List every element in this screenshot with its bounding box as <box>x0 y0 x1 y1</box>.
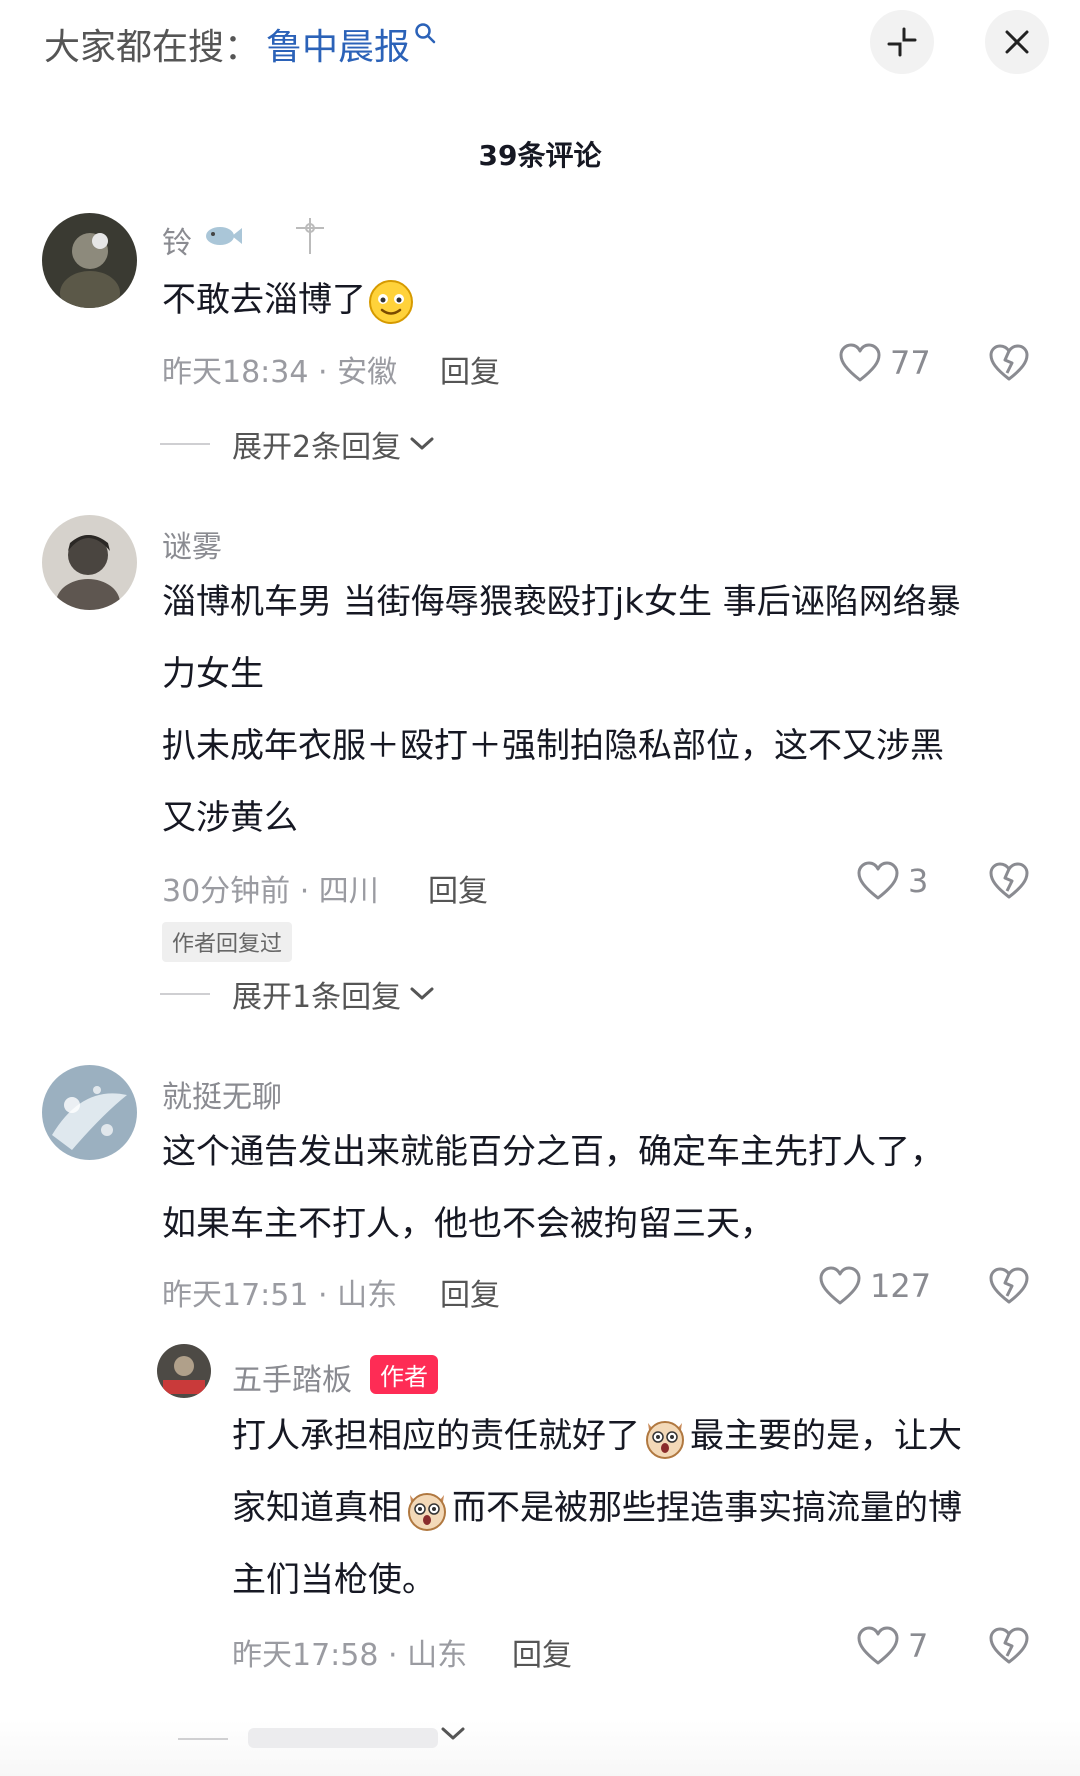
cross-icon <box>296 218 324 254</box>
dislike-heart-icon[interactable] <box>988 1626 1030 1666</box>
like-button[interactable]: 77 <box>838 342 931 384</box>
comment-text-content: 最主要的是，让大 <box>690 1416 962 1456</box>
divider-line <box>178 1738 228 1740</box>
comment-text: 这个通告发出来就能百分之百，确定车主先打人了， 如果车主不打人，他也不会被拘留三… <box>162 1116 1042 1260</box>
blurred-expand-label <box>248 1728 438 1748</box>
comment-line: 打人承担相应的责任就好了 最主要的是，让大 <box>232 1400 1042 1472</box>
chevron-down-icon <box>410 437 434 450</box>
divider-line <box>160 993 210 995</box>
dog-emoji <box>646 1420 684 1459</box>
heart-icon <box>857 1626 899 1665</box>
reply-button[interactable]: 回复 <box>512 1630 572 1674</box>
close-icon <box>1005 30 1029 54</box>
dislike-heart-icon[interactable] <box>988 1266 1030 1306</box>
smile-emoji <box>369 279 413 324</box>
comment-line: 淄博机车男 当街侮辱猥亵殴打jk女生 事后诬陷网络暴 <box>162 582 961 622</box>
chevron-down-icon[interactable] <box>440 1726 466 1742</box>
search-icon[interactable] <box>414 22 436 44</box>
comment-text-content: 打人承担相应的责任就好了 <box>232 1416 640 1456</box>
author-replied-tag: 作者回复过 <box>162 922 293 962</box>
username[interactable]: 铃 <box>162 218 192 262</box>
reply-button[interactable]: 回复 <box>440 347 500 391</box>
comment-line: 家知道真相 而不是被那些捏造事实搞流量的博 <box>232 1472 1042 1544</box>
comment-line: 如果车主不打人，他也不会被拘留三天， <box>162 1204 774 1244</box>
divider-line <box>160 443 210 445</box>
like-count: 3 <box>908 862 929 900</box>
chevron-down-icon <box>410 987 434 1000</box>
expand-replies-label: 展开1条回复 <box>232 980 402 1015</box>
expand-replies-button[interactable]: 展开2条回复 <box>160 422 435 466</box>
top-bar: 大家都在搜： 鲁中晨报 <box>0 0 1080 90</box>
comment-line: 力女生 <box>162 654 264 694</box>
like-count: 77 <box>890 344 931 382</box>
like-button[interactable]: 127 <box>818 1265 931 1307</box>
shrink-icon <box>887 27 917 57</box>
comment-line: 主们当枪使。 <box>232 1560 436 1600</box>
expand-replies-button[interactable]: 展开1条回复 <box>160 972 435 1016</box>
author-badge: 作者 <box>370 1355 438 1394</box>
like-button[interactable]: 7 <box>856 1625 928 1667</box>
expand-replies-label: 展开2条回复 <box>232 430 402 465</box>
dislike-heart-icon[interactable] <box>988 343 1030 383</box>
heart-icon <box>819 1266 861 1305</box>
comment-meta: 昨天17:51 · 山东 <box>162 1278 398 1313</box>
reply-button[interactable]: 回复 <box>428 866 488 910</box>
comment-line: 这个通告发出来就能百分之百，确定车主先打人了， <box>162 1132 944 1172</box>
comment-text-content: 不敢去淄博了 <box>162 280 366 320</box>
like-button[interactable]: 3 <box>856 860 928 902</box>
search-prefix: 大家都在搜： <box>44 27 261 68</box>
bottom-fade <box>0 1720 1080 1776</box>
comment-text: 不敢去淄博了 <box>162 264 416 336</box>
close-button[interactable] <box>985 10 1049 74</box>
avatar[interactable] <box>42 515 137 610</box>
username[interactable]: 五手踏板 <box>232 1355 352 1399</box>
shrink-button[interactable] <box>870 10 934 74</box>
avatar[interactable] <box>42 213 137 308</box>
avatar[interactable] <box>42 1065 137 1160</box>
like-count: 7 <box>908 1627 929 1665</box>
username[interactable]: 就挺无聊 <box>162 1072 282 1116</box>
comment-meta: 昨天18:34 · 安徽 <box>162 355 398 390</box>
comment-text: 淄博机车男 当街侮辱猥亵殴打jk女生 事后诬陷网络暴 力女生 扒未成年衣服＋殴打… <box>162 566 1042 854</box>
dog-emoji <box>408 1492 446 1531</box>
reply-button[interactable]: 回复 <box>440 1270 500 1314</box>
comment-text: 打人承担相应的责任就好了 最主要的是，让大 家知道真相 而不是被那些捏造事实搞流… <box>232 1400 1042 1616</box>
avatar[interactable] <box>157 1344 211 1398</box>
heart-icon <box>839 343 881 382</box>
heart-icon <box>857 861 899 900</box>
comment-line: 又涉黄么 <box>162 798 298 838</box>
dislike-heart-icon[interactable] <box>988 861 1030 901</box>
comment-text-content: 而不是被那些捏造事实搞流量的博 <box>452 1488 962 1528</box>
comment-line: 扒未成年衣服＋殴打＋强制拍隐私部位，这不又涉黑 <box>162 726 944 766</box>
comment-text-content: 家知道真相 <box>232 1488 402 1528</box>
comment-meta: 昨天17:58 · 山东 <box>232 1638 468 1673</box>
search-suggestion-link[interactable]: 鲁中晨报 <box>266 18 410 70</box>
comment-count: 39条评论 <box>478 139 602 172</box>
username[interactable]: 谜雾 <box>162 522 222 566</box>
like-count: 127 <box>870 1267 932 1305</box>
fish-icon <box>206 227 242 245</box>
comment-meta: 30分钟前 · 四川 <box>162 874 379 909</box>
